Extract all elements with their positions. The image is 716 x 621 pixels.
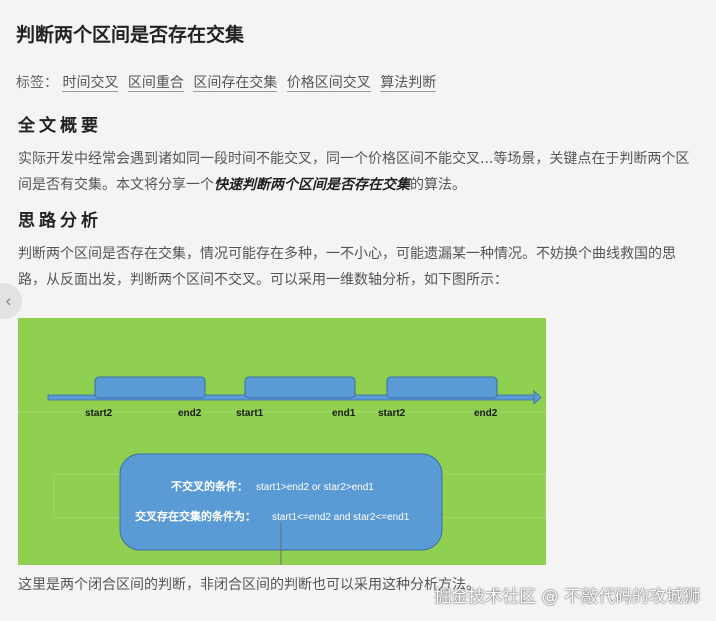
- analysis-paragraph: 判断两个区间是否存在交集，情况可能存在多种，一不小心，可能遗漏某一种情况。不妨换…: [18, 246, 676, 288]
- tag-interval-overlap[interactable]: 区间重合: [127, 75, 184, 92]
- overview-text-b: 的算法。: [410, 177, 466, 193]
- section-heading-analysis: 思路分析: [18, 211, 102, 231]
- axis-label-start1: start1: [236, 408, 264, 419]
- article-title: 判断两个区间是否存在交集: [16, 24, 245, 46]
- tags-label: 标签：: [16, 75, 58, 91]
- axis-label-end2-a: end2: [178, 408, 202, 419]
- interval-box-1: [94, 376, 206, 399]
- number-line-figure: start2 end2 start1 end1 start2 end2 不交叉的…: [18, 318, 546, 565]
- tag-algorithm[interactable]: 算法判断: [380, 75, 437, 92]
- section-heading-overview: 全文概要: [18, 116, 102, 136]
- axis-label-start2-a: start2: [85, 408, 113, 419]
- axis-label-start2-b: start2: [378, 408, 406, 419]
- interval-box-2: [244, 376, 356, 399]
- watermark: 掘金技术社区 @ 不敲代码的攻城狮: [434, 587, 700, 607]
- condition-no-overlap-expr: start1>end2 or star2>end1: [256, 482, 374, 493]
- tag-time-cross[interactable]: 时间交叉: [62, 75, 119, 92]
- axis-label-end2-b: end2: [474, 408, 498, 419]
- axis-arrowhead: [533, 390, 542, 405]
- overview-paragraph: 实际开发中经常会遇到诸如同一段时间不能交叉，同一个价格区间不能交叉...等场景，…: [18, 146, 698, 198]
- tag-list: 标签： 时间交叉 区间重合 区间存在交集 价格区间交叉 算法判断: [16, 72, 441, 92]
- condition-no-overlap-label: 不交叉的条件：: [171, 479, 248, 493]
- condition-overlap-expr: start1<=end2 and star2<=end1: [272, 512, 410, 523]
- interval-box-3: [386, 376, 498, 399]
- tag-price-interval-cross[interactable]: 价格区间交叉: [286, 75, 371, 92]
- number-line-svg: start2 end2 start1 end1 start2 end2 不交叉的…: [18, 376, 546, 565]
- condition-overlap-label: 交叉存在交集的条件为：: [135, 509, 256, 523]
- overview-text-bold: 快速判断两个区间是否存在交集: [214, 177, 410, 193]
- axis-label-end1: end1: [332, 408, 356, 419]
- tag-interval-intersection[interactable]: 区间存在交集: [193, 75, 278, 92]
